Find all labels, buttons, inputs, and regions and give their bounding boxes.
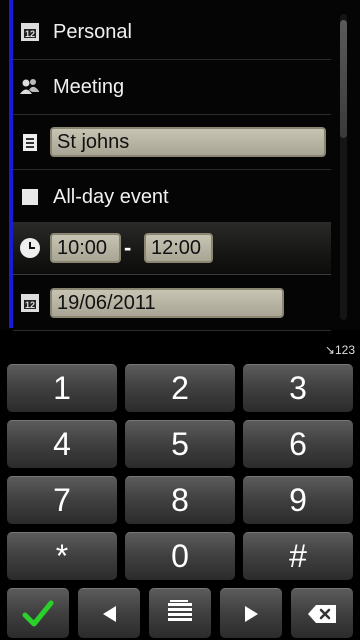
input-mode-indicator: ↘123 [324, 343, 355, 357]
key-0[interactable]: 0 [125, 532, 235, 580]
entry-type-row[interactable]: Meeting [13, 60, 331, 115]
scrollbar-thumb[interactable] [340, 20, 347, 138]
confirm-button[interactable] [7, 588, 69, 638]
cursor-right-button[interactable] [220, 588, 282, 638]
date-field[interactable]: 19/06/2011 [50, 288, 284, 318]
arrow-right-icon [244, 605, 258, 622]
date-calendar-icon: 12 [20, 293, 40, 313]
time-row: 10:00 - 12:00 [13, 222, 331, 275]
clock-icon [20, 238, 40, 258]
backspace-icon [308, 604, 336, 623]
key-6[interactable]: 6 [243, 420, 353, 468]
key-5[interactable]: 5 [125, 420, 235, 468]
calendar-row[interactable]: 12 Personal [13, 5, 331, 60]
key-9[interactable]: 9 [243, 476, 353, 524]
calendar-label: Personal [53, 20, 132, 43]
note-icon [20, 132, 40, 152]
checkbox-icon[interactable] [20, 187, 40, 207]
key-7[interactable]: 7 [7, 476, 117, 524]
arrow-left-icon [102, 605, 116, 622]
time-separator: - [124, 235, 132, 260]
options-button[interactable] [149, 588, 211, 638]
event-form: 12 Personal Meeting St johns All-day eve… [0, 0, 360, 331]
key-2[interactable]: 2 [125, 364, 235, 412]
allday-label: All-day event [53, 185, 169, 208]
location-field[interactable]: St johns [50, 127, 326, 157]
people-icon [20, 77, 40, 97]
allday-row[interactable]: All-day event [13, 170, 331, 225]
backspace-button[interactable] [291, 588, 353, 638]
key-8[interactable]: 8 [125, 476, 235, 524]
key-1[interactable]: 1 [7, 364, 117, 412]
key-hash[interactable]: # [243, 532, 353, 580]
entry-type-label: Meeting [53, 75, 125, 98]
key-asterisk[interactable]: * [7, 532, 117, 580]
date-row: 12 19/06/2011 [13, 276, 331, 331]
key-4[interactable]: 4 [7, 420, 117, 468]
key-3[interactable]: 3 [243, 364, 353, 412]
calendar-icon: 12 [20, 22, 40, 42]
cursor-left-button[interactable] [78, 588, 140, 638]
location-row: St johns [13, 115, 331, 170]
start-time-field[interactable]: 10:00 [50, 233, 121, 263]
check-icon [22, 600, 54, 626]
numeric-keypad: 1 2 3 4 5 6 7 8 9 * 0 # [0, 360, 360, 640]
menu-icon [168, 599, 192, 625]
end-time-field[interactable]: 12:00 [144, 233, 213, 263]
